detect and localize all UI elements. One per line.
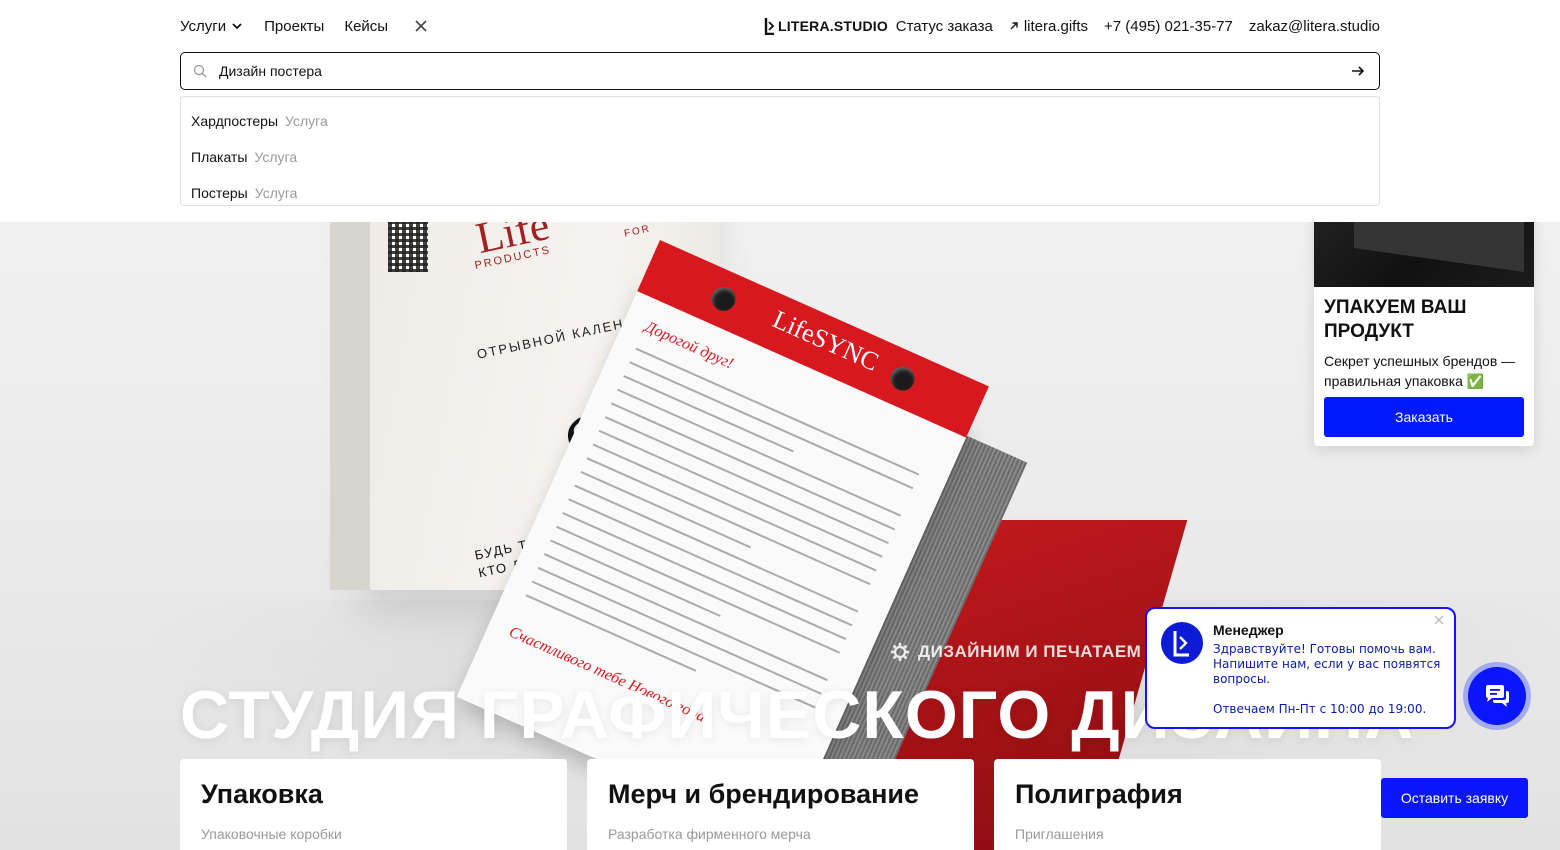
nav-projects-label: Проекты [264,17,325,35]
suggestion-type: Услуга [285,113,328,129]
hero-tagline: ДИЗАЙНИМ И ПЕЧАТАЕМ Н [890,642,1159,662]
arrow-up-right-icon [1010,22,1018,30]
promo-text: Секрет успешных брендов — правильная упа… [1324,353,1516,389]
category-cards: Упаковка Упаковочные коробки Мерч и брен… [180,759,1381,850]
search-bar [180,52,1380,90]
close-search-icon[interactable] [414,19,428,33]
calendar-box-for: FOR [623,223,652,240]
search-icon [193,64,207,78]
main-nav: Услуги Проекты Кейсы [180,0,428,52]
category-card-subtitle: Разработка фирменного мерча [608,826,811,842]
nav-cases-label: Кейсы [344,17,389,35]
suggestion-item[interactable]: Хардпостеры Услуга [181,103,1379,139]
category-card-subtitle: Приглашения [1015,826,1104,842]
header-search-panel: Услуги Проекты Кейсы LITERA.STUDIO Стату… [0,0,1560,222]
category-card-title: Полиграфия [1015,779,1183,809]
chat-sender-name: Менеджер [1213,622,1284,638]
brand-name: LITERA.STUDIO [778,18,888,34]
chat-message: Здравствуйте! Готовы помочь вам. Напишит… [1213,642,1441,686]
manager-avatar [1161,622,1203,664]
suggestion-type: Услуга [254,185,298,201]
category-card-title: Мерч и брендирование [608,779,920,809]
chat-popup[interactable]: Менеджер Здравствуйте! Готовы помочь вам… [1145,607,1456,729]
suggestion-label: Хардпостеры [191,113,279,129]
suggestion-label: Постеры [191,185,248,201]
binder-ring [886,362,919,395]
suggestion-item[interactable]: Плакаты Услуга [181,139,1379,175]
nav-cases[interactable]: Кейсы [344,18,388,35]
search-suggestions: Хардпостеры Услуга Плакаты Услуга Постер… [180,96,1380,206]
order-status-link[interactable]: Статус заказа [896,18,993,35]
brand-logo[interactable]: LITERA.STUDIO [764,16,888,36]
chevron-down-icon [232,23,242,30]
hero-tagline-text: ДИЗАЙНИМ И ПЕЧАТАЕМ Н [918,642,1160,661]
category-card-merch[interactable]: Мерч и брендирование Разработка фирменно… [587,759,974,850]
suggestion-item[interactable]: Постеры Услуга [181,175,1379,211]
promo-order-button[interactable]: Заказать [1324,397,1524,437]
category-card-printing[interactable]: Полиграфия Приглашения [994,759,1381,850]
suggestion-type: Услуга [254,149,298,165]
arrow-right-icon[interactable] [1351,64,1365,78]
logo-mark-icon [1173,631,1189,657]
header-contacts: Статус заказа litera.gifts +7 (495) 021-… [896,0,1380,52]
category-card-packaging[interactable]: Упаковка Упаковочные коробки [180,759,567,850]
logo-mark-icon [764,18,775,35]
email-link[interactable]: zakaz@litera.studio [1249,18,1380,35]
chat-hours: Отвечаем Пн-Пт с 10:00 до 19:00. [1213,702,1427,716]
close-icon[interactable] [1434,615,1444,625]
binder-ring [707,283,740,315]
gear-icon [891,643,909,661]
search-input[interactable] [219,63,1351,79]
nav-projects[interactable]: Проекты [264,18,324,35]
nav-services[interactable]: Услуги [180,18,244,35]
promo-title: УПАКУЕМ ВАШ ПРОДУКТ [1324,297,1467,342]
leave-request-button[interactable]: Оставить заявку [1381,778,1528,818]
chat-bubble-icon [1486,685,1509,707]
gifts-link[interactable]: litera.gifts [1009,18,1088,35]
suggestion-label: Плакаты [191,149,248,165]
phone-link[interactable]: +7 (495) 021-35-77 [1104,18,1233,35]
nav-services-label: Услуги [180,17,227,35]
chat-open-button[interactable] [1468,667,1526,725]
category-card-subtitle: Упаковочные коробки [201,826,342,842]
category-card-title: Упаковка [201,779,323,809]
gifts-link-label: litera.gifts [1023,17,1089,35]
